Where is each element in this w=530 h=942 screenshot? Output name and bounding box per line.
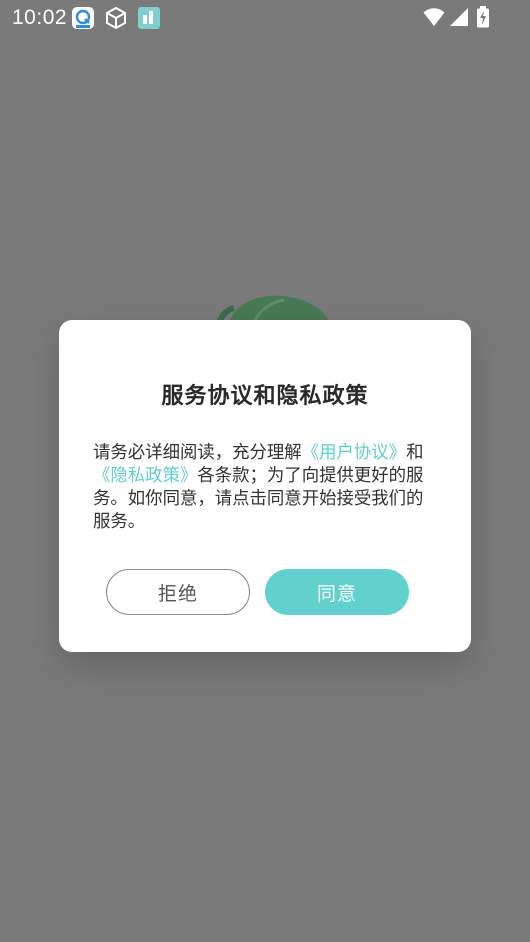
reject-button[interactable]: 拒绝 xyxy=(106,569,250,615)
dialog-title: 服务协议和隐私政策 xyxy=(161,384,369,409)
agree-button[interactable]: 同意 xyxy=(265,569,409,615)
body-text-part1: 请务必详细阅读，充分理解 xyxy=(93,443,302,463)
status-time: 10:02 xyxy=(12,6,68,29)
agreement-dialog: 服务协议和隐私政策 请务必详细阅读，充分理解《用户协议》和《隐私政策》各条款；为… xyxy=(59,320,471,652)
dialog-body-text: 请务必详细阅读，充分理解《用户协议》和《隐私政策》各条款；为了向提供更好的服务。… xyxy=(93,442,433,534)
body-text-part2: 和 xyxy=(406,443,424,463)
app-tile-icon xyxy=(137,6,160,29)
wifi-icon xyxy=(423,6,445,28)
privacy-policy-link[interactable]: 《隐私政策》 xyxy=(93,466,197,486)
package-icon xyxy=(104,6,126,30)
cell-signal-icon xyxy=(449,6,469,28)
user-agreement-link[interactable]: 《用户协议》 xyxy=(302,443,406,463)
battery-charging-icon xyxy=(476,6,490,28)
app-notification-icon xyxy=(71,6,94,29)
status-bar: 10:02 xyxy=(0,0,530,36)
